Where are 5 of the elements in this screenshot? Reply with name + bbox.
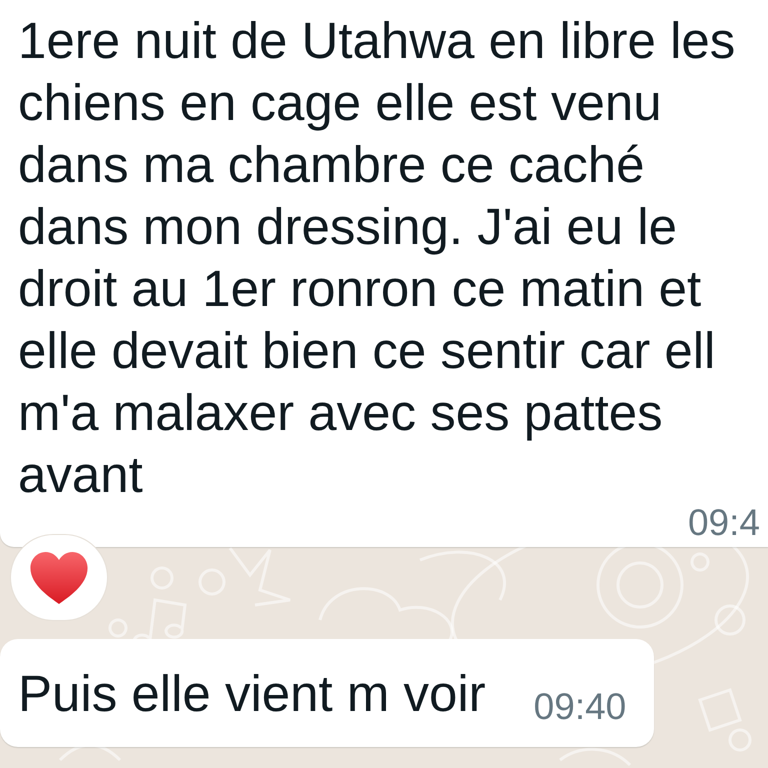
timestamp: 09:40 [534,688,626,725]
message-text: 1ere nuit de Utahwa en libre les chiens en cage elle est venu dans ma chambre ce caché dans mon dressing. J'ai eu le droit au 1er ronron ce matin et elle devait bien ce sentir car ell m'a malaxer avec ses pattes avant [18,11,736,505]
timestamp: 09:4 [688,502,760,543]
message-text: Puis elle vient m voir [18,664,486,724]
heart-icon [30,552,88,604]
